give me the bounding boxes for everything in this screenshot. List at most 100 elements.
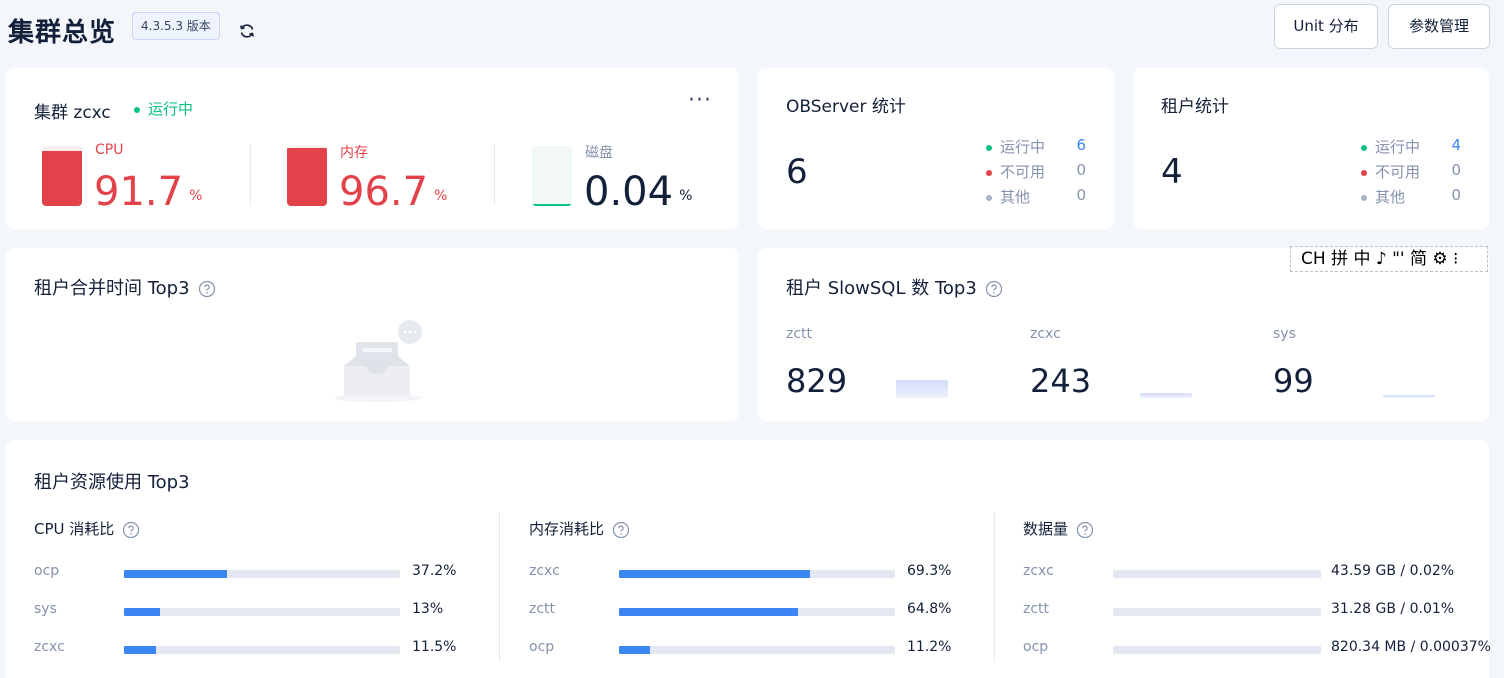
more-icon[interactable]: ··· bbox=[688, 88, 712, 113]
resource-tenant-name: zcxc bbox=[34, 639, 65, 655]
slowsql-count: 99 bbox=[1273, 362, 1314, 400]
resource-section-title: CPU 消耗比 bbox=[34, 518, 140, 539]
cluster-card: 集群 zcxc 运行中 ··· CPU 91.7% 内存 96.7% 磁盘 0.04% bbox=[6, 68, 739, 229]
resource-bar-fill bbox=[124, 570, 227, 578]
resource-bar-track bbox=[619, 570, 895, 578]
metric-value: 96.7 bbox=[339, 169, 429, 215]
metric-gauge-fill bbox=[287, 148, 327, 206]
tenant-total: 4 bbox=[1161, 152, 1183, 192]
resource-value: 13% bbox=[412, 601, 444, 617]
resource-tenant-name: zcxc bbox=[1023, 563, 1054, 579]
empty-state-icon bbox=[334, 320, 422, 402]
tenant-legend-value: 0 bbox=[1451, 186, 1461, 204]
resource-bar-fill bbox=[619, 570, 810, 578]
metric-value: 0.04 bbox=[584, 169, 674, 215]
version-tag: 4.3.5.3 版本 bbox=[132, 12, 220, 40]
metric-label: 内存 bbox=[340, 145, 368, 161]
resource-bar-track bbox=[619, 646, 895, 654]
slowsql-item: zctt 829 bbox=[786, 326, 1006, 406]
metric-label: CPU bbox=[95, 142, 124, 158]
observer-total: 6 bbox=[786, 152, 808, 192]
resource-card: 租户资源使用 Top3 CPU 消耗比 ocp 37.2% sys 13% zcxc 11.… bbox=[6, 440, 1491, 678]
tenant-legend-value: 0 bbox=[1451, 161, 1461, 179]
help-icon[interactable] bbox=[612, 521, 630, 539]
legend-label: 运行中 bbox=[1000, 138, 1046, 156]
resource-tenant-name: sys bbox=[34, 601, 57, 617]
resource-section-data-volume: 数据量 zcxc 43.59 GB / 0.02% zctt 31.28 GB / 0.… bbox=[1023, 510, 1491, 670]
metric-gauge bbox=[42, 146, 82, 206]
parameter-management-button[interactable]: 参数管理 bbox=[1388, 4, 1490, 49]
slowsql-count: 243 bbox=[1030, 362, 1092, 400]
resource-bar-track bbox=[124, 646, 400, 654]
resource-bar-fill bbox=[124, 646, 156, 654]
legend-dot bbox=[1361, 169, 1367, 176]
cluster-status: 运行中 bbox=[134, 98, 193, 119]
merge-time-title: 租户合并时间 Top3 bbox=[34, 274, 216, 300]
observer-legend-value: 6 bbox=[1076, 136, 1086, 154]
tenant-stats-title: 租户统计 bbox=[1161, 97, 1229, 117]
metric-unit: % bbox=[434, 188, 448, 204]
help-icon[interactable] bbox=[122, 521, 140, 539]
ime-toolbar[interactable]: CH 拼 中 ♪ "' 简 ⚙ ⁝ bbox=[1290, 246, 1488, 272]
resource-bar-track bbox=[619, 608, 895, 616]
slowsql-item: zcxc 243 bbox=[1030, 326, 1250, 406]
resource-section-title-text: CPU 消耗比 bbox=[34, 520, 115, 538]
resource-value: 31.28 GB / 0.01% bbox=[1331, 601, 1455, 617]
slowsql-card: 租户 SlowSQL 数 Top3 zctt 829 zcxc 243 sys 99 bbox=[758, 248, 1489, 421]
legend-dot bbox=[986, 169, 992, 176]
slowsql-sparkbar bbox=[1140, 393, 1192, 398]
metric-gauge-fill bbox=[42, 151, 82, 206]
resource-row: ocp 820.34 MB / 0.00037% bbox=[1023, 639, 1491, 659]
slowsql-sparkbar bbox=[896, 380, 948, 398]
resource-tenant-name: zcxc bbox=[529, 563, 560, 579]
resource-value: 43.59 GB / 0.02% bbox=[1331, 563, 1455, 579]
observer-legend-item: 运行中 bbox=[986, 136, 1045, 158]
observer-legend-item: 其他 bbox=[986, 186, 1030, 208]
resource-section-title-text: 数据量 bbox=[1023, 520, 1069, 538]
slowsql-title-text: 租户 SlowSQL 数 Top3 bbox=[786, 278, 977, 299]
resource-row: ocp 37.2% bbox=[34, 563, 494, 583]
tenant-legend-item: 其他 bbox=[1361, 186, 1405, 208]
resource-bar-fill bbox=[619, 608, 798, 616]
metric-label: 磁盘 bbox=[585, 145, 613, 161]
cluster-status-label: 运行中 bbox=[148, 100, 194, 118]
metric-gauge-fill bbox=[532, 204, 572, 206]
resource-tenant-name: ocp bbox=[1023, 639, 1049, 655]
legend-label: 不可用 bbox=[1000, 163, 1046, 181]
legend-dot bbox=[1361, 144, 1367, 151]
slowsql-tenant-name: zctt bbox=[786, 326, 813, 342]
slowsql-tenant-name: sys bbox=[1273, 326, 1296, 342]
resource-bar-track bbox=[1113, 646, 1321, 654]
page-title: 集群总览 bbox=[8, 18, 117, 48]
resource-value: 37.2% bbox=[412, 563, 457, 579]
resource-value: 69.3% bbox=[907, 563, 952, 579]
resource-tenant-name: zctt bbox=[1023, 601, 1050, 617]
resource-divider bbox=[499, 512, 500, 662]
slowsql-tenant-name: zcxc bbox=[1030, 326, 1061, 342]
metric-gauge bbox=[287, 146, 327, 206]
observer-stats-card: OBServer 统计 6 运行中 6 不可用 0 其他 0 bbox=[758, 68, 1114, 229]
refresh-icon[interactable] bbox=[238, 22, 256, 40]
legend-dot bbox=[986, 194, 992, 201]
resource-value: 11.5% bbox=[412, 639, 457, 655]
legend-dot bbox=[986, 144, 992, 151]
resource-row: zcxc 69.3% bbox=[529, 563, 989, 583]
slowsql-item: sys 99 bbox=[1273, 326, 1493, 406]
resource-bar-fill bbox=[619, 646, 650, 654]
help-icon[interactable] bbox=[985, 280, 1003, 298]
slowsql-title: 租户 SlowSQL 数 Top3 bbox=[786, 274, 1003, 300]
legend-label: 其他 bbox=[1000, 188, 1031, 206]
observer-legend-item: 不可用 bbox=[986, 161, 1045, 183]
tenant-stats-card: 租户统计 4 运行中 4 不可用 0 其他 0 bbox=[1133, 68, 1489, 229]
tenant-legend-item: 运行中 bbox=[1361, 136, 1420, 158]
help-icon[interactable] bbox=[1076, 521, 1094, 539]
observer-legend-value: 0 bbox=[1076, 186, 1086, 204]
resource-bar-track bbox=[124, 608, 400, 616]
help-icon[interactable] bbox=[198, 280, 216, 298]
legend-label: 运行中 bbox=[1375, 138, 1421, 156]
tenant-legend-item: 不可用 bbox=[1361, 161, 1420, 183]
metric-cpu: CPU 91.7% bbox=[42, 140, 262, 230]
resource-section-title: 内存消耗比 bbox=[529, 518, 630, 539]
resource-section-title-text: 内存消耗比 bbox=[529, 520, 605, 538]
unit-distribution-button[interactable]: Unit 分布 bbox=[1274, 4, 1378, 49]
